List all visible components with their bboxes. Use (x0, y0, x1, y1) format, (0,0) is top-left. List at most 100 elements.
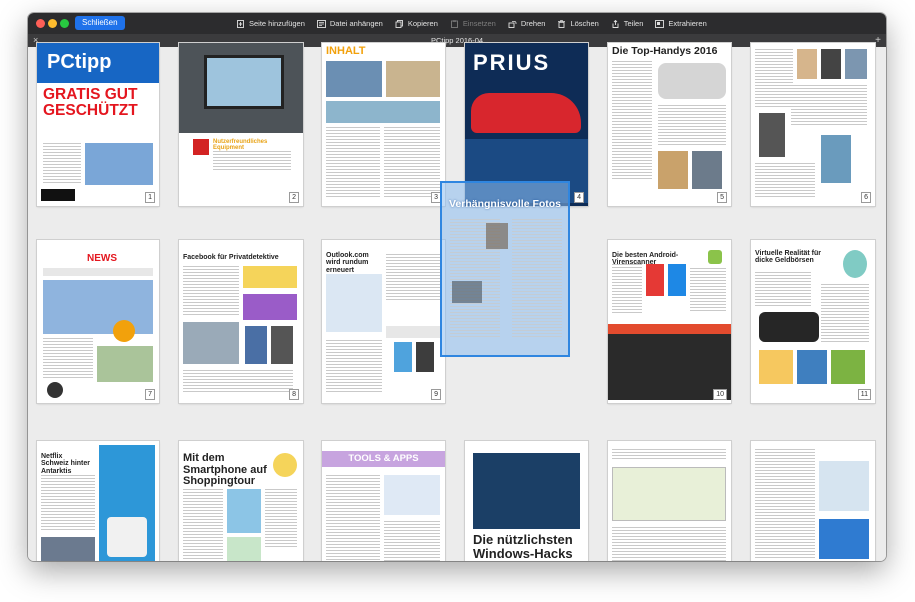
article-text (791, 85, 867, 125)
delete-button[interactable]: Löschen (557, 19, 599, 28)
app-screenshot (759, 350, 793, 384)
article-text (265, 489, 297, 549)
paste-label: Einsetzen (462, 19, 496, 28)
page-thumbnail[interactable]: 6 (751, 43, 875, 206)
article-text (386, 254, 440, 300)
toolbar: Schließen Seite hinzufügen Datei anhänge… (28, 13, 886, 34)
article-text (755, 272, 811, 308)
page-thumbnail[interactable]: NEWS 7 (37, 240, 159, 403)
spreadsheet-screenshot (612, 467, 726, 521)
news-badge (113, 320, 135, 342)
add-page-button[interactable]: Seite hinzufügen (236, 19, 305, 28)
page-thumbnail[interactable]: PCtipp GRATIS GUT GESCHÜTZT 1 (37, 43, 159, 206)
page-thumbnail[interactable]: Netflix Schweiz hinter Antarktis (37, 441, 159, 561)
share-button[interactable]: Teilen (611, 19, 643, 28)
page-number: 11 (857, 389, 871, 400)
page-thumbnail[interactable]: Nutzerfreundliches Equipment 2 (179, 43, 303, 206)
page-thumbnail[interactable]: Die nützlichsten Windows-Hacks (465, 441, 588, 561)
app-window: Schließen Seite hinzufügen Datei anhänge… (28, 13, 886, 561)
screenshot-image (819, 519, 869, 559)
extract-button[interactable]: Extrahieren (655, 19, 707, 28)
new-tab-button[interactable]: + (875, 34, 881, 47)
article-image (243, 266, 297, 288)
dragged-page[interactable]: Verhängnisvolle Fotos (440, 181, 570, 357)
page-thumbnail[interactable] (608, 441, 731, 561)
article-text (690, 268, 726, 312)
page-thumbnail[interactable]: Facebook für Privatdetektive 8 (179, 240, 303, 403)
article-text (612, 527, 726, 561)
vr-headset-image (759, 312, 819, 342)
phone-image (821, 135, 851, 183)
copy-button[interactable]: Kopieren (395, 19, 438, 28)
page-heading: NEWS (87, 253, 117, 264)
page-heading: Nutzerfreundliches Equipment (213, 139, 268, 152)
news-illustration (43, 280, 153, 334)
page-thumbnail[interactable]: Mit dem Smartphone auf Shoppingtour (179, 441, 303, 561)
page-number: 7 (145, 389, 155, 400)
toc-image (326, 61, 382, 97)
android-icon (708, 250, 722, 264)
hacker-image (473, 453, 580, 529)
page-number: 4 (574, 192, 584, 203)
article-image (227, 537, 261, 561)
phone-image (845, 49, 867, 79)
paste-button[interactable]: Einsetzen (450, 19, 496, 28)
article-text (43, 338, 93, 378)
trash-icon (557, 19, 566, 28)
phone-image (227, 489, 261, 533)
article-text (755, 449, 815, 559)
page-number: 2 (289, 192, 299, 203)
tplink-product (107, 517, 147, 557)
page-number: 8 (289, 389, 299, 400)
app-screenshot (384, 475, 440, 515)
window-zoom-dot[interactable] (60, 19, 69, 28)
article-text (755, 49, 793, 109)
article-text (183, 370, 293, 394)
news-headline-bar (43, 268, 153, 276)
article-badge (273, 453, 297, 477)
page-thumbnail[interactable] (751, 441, 875, 561)
copy-label: Kopieren (407, 19, 438, 28)
article-text (183, 266, 239, 316)
page-thumbnail[interactable]: TOOLS & APPS (322, 441, 445, 561)
dragged-page-heading: Verhängnisvolle Fotos (449, 198, 562, 210)
article-image (41, 537, 95, 561)
cover-barcode (41, 189, 75, 201)
phone-image (646, 264, 664, 296)
app-screenshot (797, 350, 827, 384)
page-heading: Facebook für Privatdetektive (183, 254, 279, 261)
phone-image (271, 326, 293, 364)
close-button[interactable]: Schließen (75, 16, 125, 30)
window-minimize-dot[interactable] (48, 19, 57, 28)
page-number: 10 (713, 389, 727, 400)
page-thumbnail[interactable]: Die besten Android-Virenscanner 10 (608, 240, 731, 403)
attach-file-button[interactable]: Datei anhängen (316, 19, 383, 28)
dragged-page-text (512, 219, 562, 339)
article-text (384, 521, 440, 561)
toc-text (326, 127, 380, 199)
page-thumbnail-grid: PCtipp GRATIS GUT GESCHÜTZT 1 Nutzerfreu… (28, 43, 886, 561)
page-thumbnail[interactable]: Outlook.com wird rundum erneuert 9 (322, 240, 445, 403)
page-number: 5 (717, 192, 727, 203)
ad-monitor-image (204, 55, 284, 109)
rotate-button[interactable]: Drehen (508, 19, 546, 28)
article-text (41, 475, 95, 531)
article-text (612, 264, 642, 314)
cover-logo: PCtipp (47, 51, 112, 73)
window-close-dot[interactable] (36, 19, 45, 28)
page-thumbnail[interactable]: Die Top-Handys 2016 5 (608, 43, 731, 206)
toc-text (384, 127, 440, 199)
extract-label: Extrahieren (668, 19, 707, 28)
phone-image (797, 49, 817, 79)
cover-image (85, 143, 153, 185)
rotate-label: Drehen (520, 19, 546, 28)
article-text (821, 284, 869, 344)
extract-icon (655, 19, 665, 28)
page-thumbnail[interactable]: Virtuelle Realität für dicke Geldbörsen … (751, 240, 875, 403)
dragged-page-image (452, 281, 482, 303)
news-image (97, 346, 153, 382)
watch-image (47, 382, 63, 398)
article-text (326, 340, 382, 394)
page-thumbnail[interactable]: INHALT 3 (322, 43, 445, 206)
add-page-icon (236, 19, 245, 28)
